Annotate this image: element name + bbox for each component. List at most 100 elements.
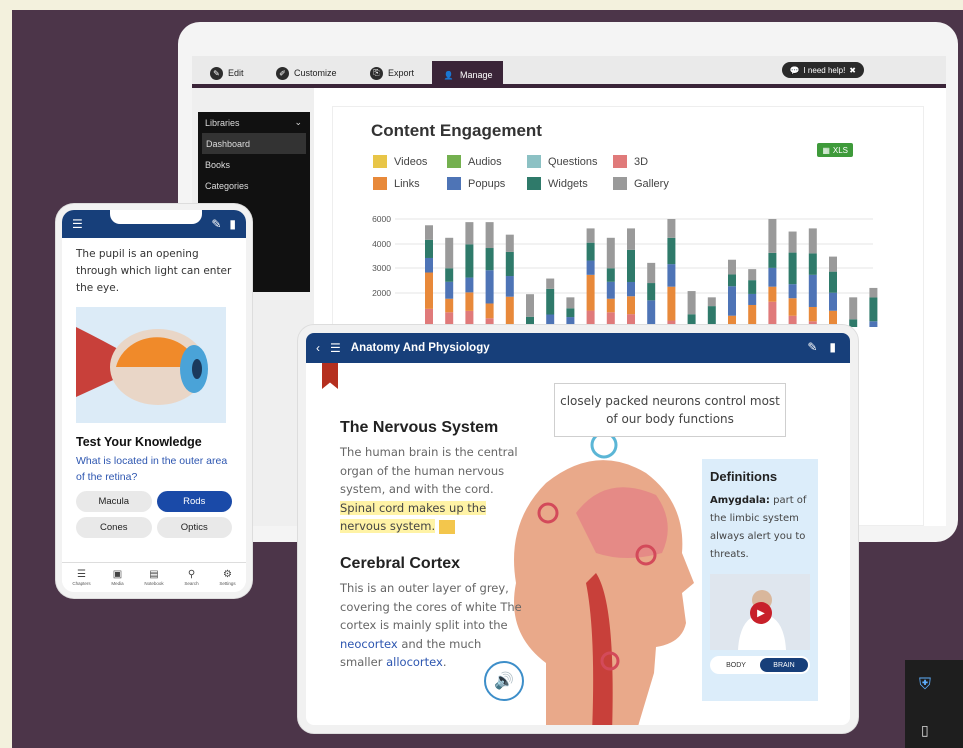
bar-segment-popups[interactable] xyxy=(728,286,736,316)
close-icon[interactable]: ✖ xyxy=(849,66,856,75)
legend-item-links[interactable]: Links xyxy=(373,177,447,190)
bar-segment-widgets[interactable] xyxy=(586,242,595,261)
bar-segment-popups[interactable] xyxy=(485,270,494,304)
bar-segment-widgets[interactable] xyxy=(627,249,635,282)
help-button[interactable]: 💬 I need help! ✖ xyxy=(781,62,864,78)
bar-segment-links[interactable] xyxy=(586,274,595,311)
pencil-icon[interactable]: ✎ xyxy=(807,340,817,354)
bar-segment-widgets[interactable] xyxy=(788,252,797,285)
nav-media[interactable]: ▣ Media xyxy=(111,569,123,586)
bar-segment-gallery[interactable] xyxy=(627,228,635,250)
bar-segment-widgets[interactable] xyxy=(505,251,514,277)
bar-segment-widgets[interactable] xyxy=(869,297,878,322)
bar-segment-gallery[interactable] xyxy=(586,228,595,243)
nav-chapters[interactable]: ☰ Chapters xyxy=(72,569,90,586)
bar-segment-popups[interactable] xyxy=(667,264,676,287)
bar-segment-widgets[interactable] xyxy=(667,237,676,265)
bar-segment-gallery[interactable] xyxy=(526,294,534,317)
bar-segment-links[interactable] xyxy=(485,303,494,319)
usb-drive-icon[interactable]: ▯ xyxy=(921,722,929,739)
tab-export[interactable]: ⎘ Export xyxy=(360,61,424,85)
bar-segment-gallery[interactable] xyxy=(566,297,575,309)
bar-segment-links[interactable] xyxy=(445,298,454,313)
bar-segment-links[interactable] xyxy=(788,298,797,316)
hamburger-menu-icon[interactable]: ☰ xyxy=(72,217,83,231)
bar-segment-gallery[interactable] xyxy=(829,256,837,272)
bar-segment-widgets[interactable] xyxy=(566,308,575,318)
bar-segment-gallery[interactable] xyxy=(485,222,494,249)
bar-segment-links[interactable] xyxy=(667,286,676,321)
speaker-icon[interactable]: 🔊 xyxy=(484,661,524,701)
bar-segment-gallery[interactable] xyxy=(425,225,433,240)
bar-segment-popups[interactable] xyxy=(788,284,797,299)
highlighted-text[interactable]: Spinal cord makes up the nervous system. xyxy=(340,500,487,533)
bar-segment-popups[interactable] xyxy=(606,281,615,299)
bar-segment-links[interactable] xyxy=(425,272,433,309)
legend-item-3d[interactable]: 3D xyxy=(613,155,693,168)
legend-item-popups[interactable]: Popups xyxy=(447,177,527,190)
allocortex-link[interactable]: allocortex xyxy=(386,655,443,669)
bar-segment-links[interactable] xyxy=(768,286,777,302)
legend-item-audios[interactable]: Audios xyxy=(447,155,527,168)
bar-segment-widgets[interactable] xyxy=(748,280,757,294)
play-icon[interactable]: ▶ xyxy=(750,602,772,624)
legend-item-videos[interactable]: Videos xyxy=(373,155,447,168)
tab-manage[interactable]: 👤 Manage xyxy=(432,61,503,89)
bar-segment-popups[interactable] xyxy=(465,277,474,293)
bar-segment-popups[interactable] xyxy=(808,274,817,307)
nav-settings[interactable]: ⚙ Settings xyxy=(219,569,235,586)
bar-segment-gallery[interactable] xyxy=(546,278,555,289)
video-thumbnail[interactable]: ▶ xyxy=(710,574,810,650)
bar-segment-gallery[interactable] xyxy=(606,237,615,269)
bar-segment-gallery[interactable] xyxy=(808,228,817,254)
bar-segment-popups[interactable] xyxy=(627,281,635,297)
toggle-brain[interactable]: BRAIN xyxy=(760,658,808,672)
hamburger-menu-icon[interactable]: ☰ xyxy=(330,341,341,355)
nav-notebook[interactable]: ▤ Notebook xyxy=(144,569,163,586)
bar-segment-widgets[interactable] xyxy=(546,288,555,315)
bar-segment-gallery[interactable] xyxy=(707,297,716,307)
legend-item-gallery[interactable]: Gallery xyxy=(613,177,693,190)
bar-segment-links[interactable] xyxy=(606,298,615,313)
bar-segment-widgets[interactable] xyxy=(707,306,716,327)
tab-edit[interactable]: ✎ Edit xyxy=(200,61,254,85)
bar-segment-widgets[interactable] xyxy=(829,271,837,293)
legend-item-questions[interactable]: Questions xyxy=(527,155,613,168)
bar-segment-popups[interactable] xyxy=(829,292,837,311)
sticky-note-icon[interactable] xyxy=(439,519,456,534)
bar-segment-widgets[interactable] xyxy=(425,239,433,258)
bookmark-icon[interactable]: ▮ xyxy=(229,217,236,231)
bar-segment-gallery[interactable] xyxy=(768,219,777,253)
bar-segment-links[interactable] xyxy=(748,304,757,327)
neocortex-link[interactable]: neocortex xyxy=(340,637,398,651)
bar-segment-gallery[interactable] xyxy=(849,297,858,320)
bar-segment-links[interactable] xyxy=(465,292,474,311)
bar-segment-popups[interactable] xyxy=(869,321,878,327)
bar-segment-links[interactable] xyxy=(505,296,514,327)
bar-segment-links[interactable] xyxy=(627,296,635,315)
xls-export-button[interactable]: ▦ XLS xyxy=(817,143,853,157)
option-macula[interactable]: Macula xyxy=(76,491,152,512)
legend-item-widgets[interactable]: Widgets xyxy=(527,177,613,190)
bar-segment-gallery[interactable] xyxy=(505,234,514,252)
bar-segment-widgets[interactable] xyxy=(485,248,494,271)
bar-segment-gallery[interactable] xyxy=(687,291,696,315)
bar-segment-gallery[interactable] xyxy=(647,262,656,284)
bar-segment-gallery[interactable] xyxy=(869,287,878,298)
bar-segment-popups[interactable] xyxy=(445,281,454,299)
bar-segment-gallery[interactable] xyxy=(667,219,676,238)
bar-segment-widgets[interactable] xyxy=(808,253,817,275)
bar-segment-widgets[interactable] xyxy=(445,268,454,282)
bar-segment-popups[interactable] xyxy=(505,276,514,297)
tab-customize[interactable]: ✐ Customize xyxy=(266,61,347,85)
bar-segment-widgets[interactable] xyxy=(768,252,777,268)
option-cones[interactable]: Cones xyxy=(76,517,152,538)
sidebar-item-dashboard[interactable]: Dashboard xyxy=(202,133,306,154)
shield-icon[interactable]: ⛨ xyxy=(919,676,931,694)
pencil-icon[interactable]: ✎ xyxy=(211,217,221,231)
bar-segment-gallery[interactable] xyxy=(465,222,474,245)
bar-segment-popups[interactable] xyxy=(586,260,595,275)
bar-segment-gallery[interactable] xyxy=(728,259,736,275)
nav-search[interactable]: ⚲ Search xyxy=(184,569,198,586)
back-chevron-icon[interactable]: ‹ xyxy=(316,341,320,355)
